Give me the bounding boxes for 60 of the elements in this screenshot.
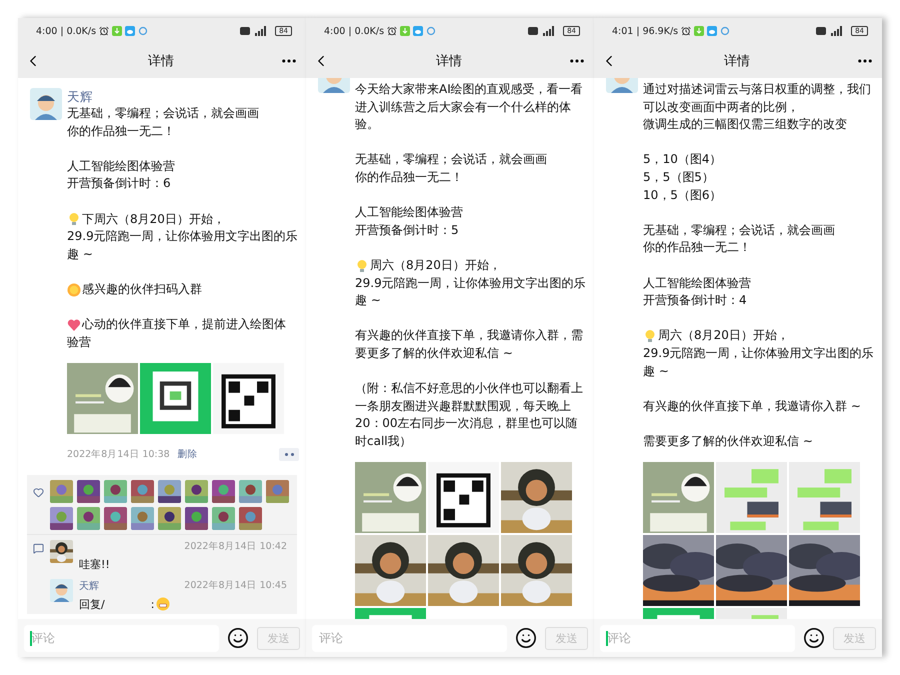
page-title: 详情 <box>148 53 174 70</box>
status-time: 4:00 | 0.0K/s <box>324 26 384 36</box>
cloud-app-icon <box>707 26 718 36</box>
post-text: 29.9元陪跑一周，让你体验用文字出图的乐 趣 ~ <box>643 344 875 380</box>
comment-text: 回复/ <box>79 596 105 612</box>
post-text: 周六（8月20日）开始， <box>370 256 501 274</box>
post-text: 无基础，零编程；会说话，就会画画 你的作品独一无二！ <box>643 222 836 256</box>
post-text: 无基础，零编程；会说话，就会画画 你的作品独一无二！ <box>67 105 260 140</box>
post-text: 需要更多了解的伙伴欢迎私信 ~ <box>643 432 814 450</box>
status-time: 4:00 | 0.0K/s <box>36 26 96 36</box>
post-text: 人工智能绘图体验营 开营预备倒计时：5 <box>355 204 464 239</box>
lightbulb-icon <box>67 212 81 226</box>
post-text: 29.9元陪跑一周，让你体验用文字出图的乐 趣 ~ <box>355 274 587 310</box>
alarm-icon <box>99 26 110 36</box>
delete-link[interactable]: 删除 <box>178 448 198 461</box>
post-text: 有兴趣的伙伴直接下单，我邀请你入群，需 要更多了解的伙伴欢迎私信 ~ <box>355 327 584 362</box>
user-avatar <box>30 88 62 120</box>
alarm-icon <box>681 26 692 36</box>
comment-text: : <box>150 598 154 611</box>
cloud-app-icon <box>413 26 424 36</box>
author-name[interactable]: 天辉 <box>67 88 299 105</box>
cloud-app-icon <box>125 26 136 36</box>
comment-menu-button[interactable] <box>279 448 299 461</box>
post-text: 感兴趣的伙伴扫码入群 <box>82 280 202 298</box>
emoji-button[interactable] <box>227 627 249 649</box>
post-text: 心动的伙伴直接下单，提前进入绘图体 <box>82 316 286 334</box>
page-title: 详情 <box>724 53 750 70</box>
post-text: 人工智能绘图体验营 开营预备倒计时：4 <box>643 274 752 310</box>
heart-icon <box>67 318 81 332</box>
comment-time: 2022年8月14日 10:42 <box>184 540 287 553</box>
like-icon <box>33 486 44 498</box>
post-text: 通过对描述词雷云与落日权重的调整，我们 可以改变画面中两者的比例， 微调生成的三幅图仅需三组数字的改变 <box>643 81 872 134</box>
commenter-avatar <box>50 578 73 602</box>
lightbulb-icon <box>355 258 369 273</box>
download-app-icon <box>694 26 704 36</box>
post-text: 下周六（8月20日）开始， <box>82 210 225 228</box>
comment-icon <box>33 542 44 554</box>
sun-icon <box>67 282 81 297</box>
download-app-icon <box>112 26 122 36</box>
alarm-icon <box>387 26 398 36</box>
comment-text: 哇塞!! <box>79 556 110 572</box>
post-time: 2022年8月14日 10:38 <box>67 448 170 461</box>
post-text: 无基础，零编程；会说话，就会画画 你的作品独一无二！ <box>355 151 548 186</box>
post-text: 今天给大家带来AI绘图的直观感受，看一看 进入训练营之后大家会有一个什么样的体 验。 <box>355 81 584 134</box>
lightbulb-icon <box>643 329 657 344</box>
post-text: 周六（8月20日）开始， <box>658 327 789 344</box>
commenter-name[interactable]: 天辉 <box>79 578 99 593</box>
emoji-button[interactable] <box>803 627 825 649</box>
emoji-button[interactable] <box>515 627 537 649</box>
download-app-icon <box>400 26 410 36</box>
status-time: 4:01 | 96.9K/s <box>612 26 678 36</box>
page-title: 详情 <box>436 53 462 70</box>
post-text: 5，10（图4） 5，5（图5） 10，5（图6） <box>643 151 723 204</box>
post-text: 人工智能绘图体验营 开营预备倒计时：6 <box>67 158 176 192</box>
post-text: 29.9元陪跑一周，让你体验用文字出图的乐 趣 ~ <box>67 228 299 263</box>
post-text: （附：私信不好意思的小伙伴也可以翻看上 一条朋友圈进兴趣群默默围观，每天晚上 20：00左右同步一次消息，群里也可以随 时call我） <box>355 380 584 450</box>
post-text: 验营 <box>67 334 92 351</box>
comment-time: 2022年8月14日 10:45 <box>184 579 287 592</box>
grin-emoji-icon <box>156 597 170 612</box>
post-text: 有兴趣的伙伴直接下单，我邀请你入群 ~ <box>643 398 862 415</box>
